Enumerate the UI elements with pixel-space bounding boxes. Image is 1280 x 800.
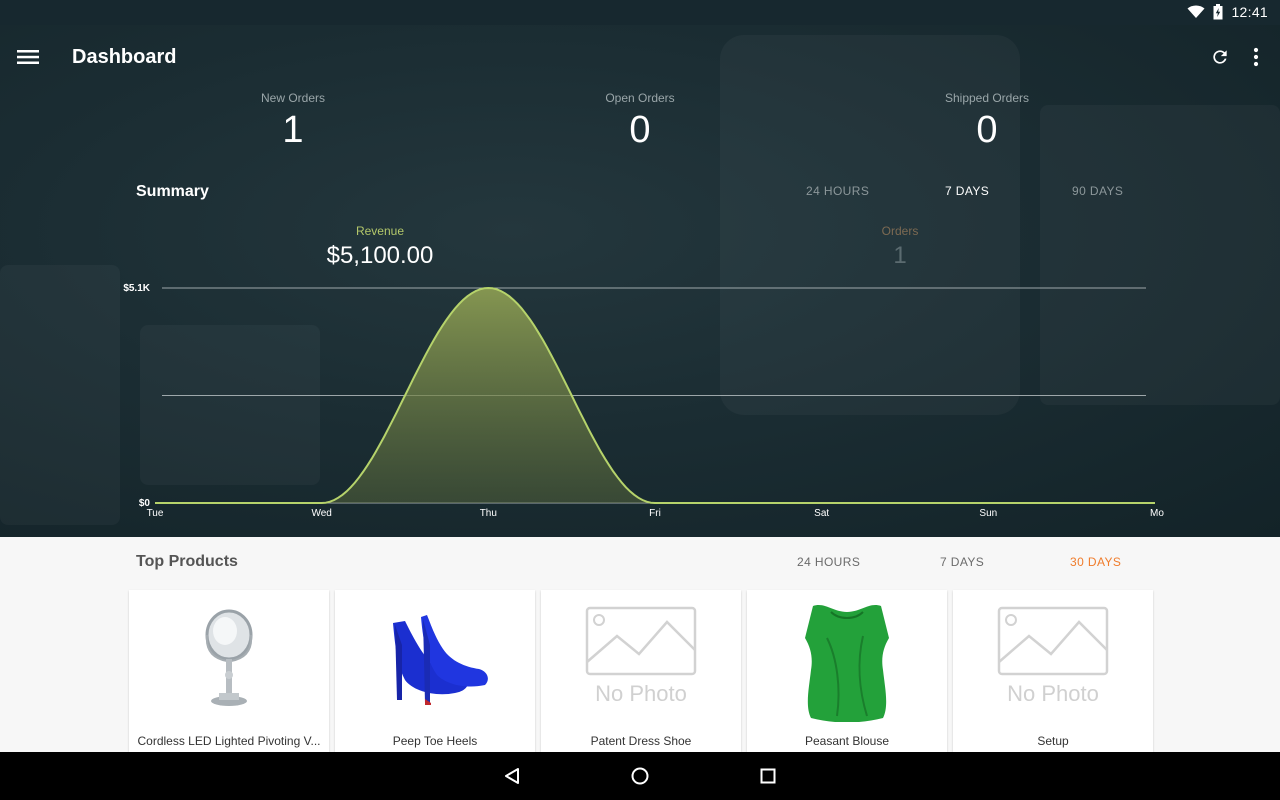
x-tick-label: Sun — [979, 508, 997, 519]
stat-label: Open Orders — [605, 91, 675, 105]
top-products-title: Top Products — [136, 553, 238, 570]
summary-title: Summary — [136, 183, 209, 200]
stat-open-orders: Open Orders 0 — [520, 91, 760, 152]
page-title: Dashboard — [72, 46, 177, 68]
image-placeholder-icon — [997, 606, 1109, 676]
product-card[interactable]: Peep Toe Heels — [335, 590, 535, 752]
products-range-24-hours[interactable]: 24 HOURS — [797, 555, 860, 569]
x-tick-label: Fri — [649, 508, 661, 519]
stat-value: 1 — [282, 109, 304, 151]
x-tick-label: Tue — [147, 508, 164, 519]
x-tick-label: Thu — [480, 508, 497, 519]
product-name: Peasant Blouse — [804, 734, 890, 748]
stat-label: Shipped Orders — [944, 91, 1030, 105]
status-bar: 12:41 — [0, 0, 1280, 25]
menu-icon[interactable] — [8, 37, 48, 77]
product-name: Peep Toe Heels — [392, 734, 478, 748]
orders-value: 1 — [893, 242, 907, 269]
product-card[interactable]: No Photo Setup — [953, 590, 1153, 752]
wifi-icon — [1187, 5, 1205, 18]
product-card[interactable]: Peasant Blouse — [747, 590, 947, 752]
top-products-section: Top Products 24 HOURS 7 DAYS 30 DAYS Cor… — [0, 537, 1280, 752]
refresh-icon[interactable] — [1200, 37, 1240, 77]
summary-range-7-days[interactable]: 7 DAYS — [945, 184, 989, 198]
image-placeholder-icon — [585, 606, 697, 676]
products-range-7-days[interactable]: 7 DAYS — [940, 555, 984, 569]
home-icon[interactable] — [620, 756, 660, 796]
summary-range-24-hours[interactable]: 24 HOURS — [806, 184, 869, 198]
product-name: Setup — [1037, 734, 1069, 748]
revenue-metric[interactable]: Revenue $5,100.00 — [230, 224, 530, 270]
back-icon[interactable] — [492, 756, 532, 796]
system-nav-bar — [0, 752, 1280, 800]
product-image-vanity-mirror — [129, 590, 329, 730]
stat-new-orders: New Orders 1 — [173, 91, 413, 152]
x-tick-label: Sat — [814, 508, 829, 519]
orders-metric[interactable]: Orders 1 — [750, 224, 1050, 270]
product-name: Patent Dress Shoe — [590, 734, 692, 748]
summary-range-90-days[interactable]: 90 DAYS — [1072, 184, 1123, 198]
no-photo-placeholder — [953, 590, 1153, 730]
more-vert-icon[interactable] — [1236, 37, 1276, 77]
product-card[interactable]: Cordless LED Lighted Pivoting V... — [129, 590, 329, 752]
x-tick-label: Mo — [1150, 508, 1164, 519]
status-clock: 12:41 — [1231, 4, 1268, 20]
product-image-blue-heels — [335, 590, 535, 730]
x-tick-label: Wed — [311, 508, 331, 519]
product-image-green-blouse — [747, 590, 947, 730]
no-photo-text: No Photo — [1007, 681, 1099, 706]
no-photo-text: No Photo — [595, 681, 687, 706]
battery-charging-icon — [1213, 4, 1223, 20]
revenue-value: $5,100.00 — [326, 242, 434, 269]
dashboard-hero: $5.1K $0 Tue Wed Thu Fri Sat Sun Mo Dashboard N… — [0, 25, 1280, 537]
products-range-30-days[interactable]: 30 DAYS — [1070, 555, 1121, 569]
no-photo-placeholder — [541, 590, 741, 730]
app-bar: Dashboard — [0, 25, 1280, 89]
stat-label: New Orders — [260, 91, 325, 105]
recents-icon[interactable] — [748, 756, 788, 796]
product-name: Cordless LED Lighted Pivoting V... — [137, 734, 321, 748]
y-tick-label: $5.1K — [123, 283, 150, 294]
stat-value: 0 — [976, 109, 998, 151]
product-card[interactable]: No Photo Patent Dress Shoe — [541, 590, 741, 752]
orders-label: Orders — [881, 224, 919, 238]
stat-value: 0 — [629, 109, 651, 151]
revenue-label: Revenue — [355, 224, 405, 238]
stat-shipped-orders: Shipped Orders 0 — [867, 91, 1107, 152]
